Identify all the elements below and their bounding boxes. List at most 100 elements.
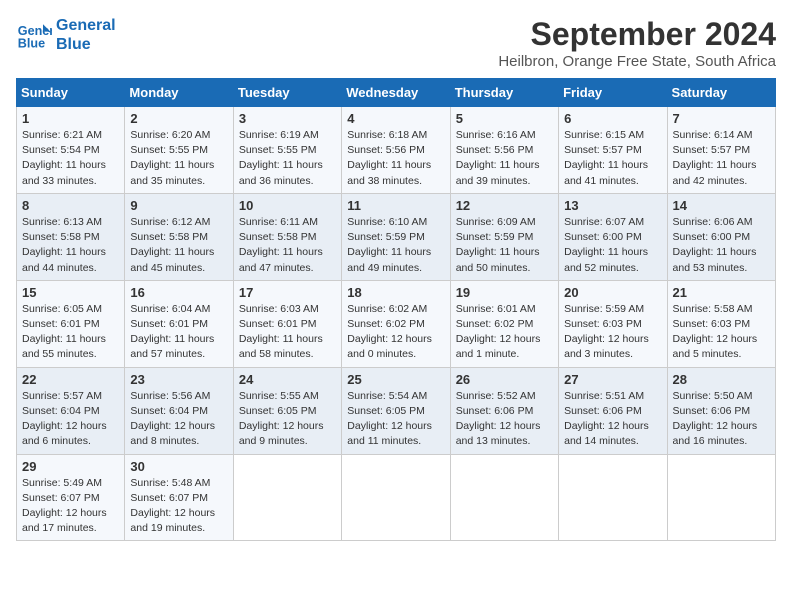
calendar-week-4: 22 Sunrise: 5:57 AM Sunset: 6:04 PM Dayli… <box>17 367 776 454</box>
day-number: 13 <box>564 198 661 213</box>
day-info: Sunrise: 6:04 AM Sunset: 6:01 PM Dayligh… <box>130 302 227 363</box>
calendar-cell: 26 Sunrise: 5:52 AM Sunset: 6:06 PM Dayli… <box>450 367 558 454</box>
day-info: Sunrise: 5:59 AM Sunset: 6:03 PM Dayligh… <box>564 302 661 363</box>
calendar-cell: 6Sunrise: 6:15 AM Sunset: 5:57 PM Daylig… <box>559 107 667 194</box>
calendar-cell: 10Sunrise: 6:11 AM Sunset: 5:58 PM Dayli… <box>233 193 341 280</box>
day-number: 6 <box>564 111 661 126</box>
day-info: Sunrise: 5:52 AM Sunset: 6:06 PM Dayligh… <box>456 389 553 450</box>
day-info: Sunrise: 6:06 AM Sunset: 6:00 PM Dayligh… <box>673 215 770 276</box>
calendar-week-3: 15 Sunrise: 6:05 AM Sunset: 6:01 PM Dayli… <box>17 280 776 367</box>
calendar-cell: 5Sunrise: 6:16 AM Sunset: 5:56 PM Daylig… <box>450 107 558 194</box>
day-number: 3 <box>239 111 336 126</box>
calendar-cell <box>342 454 450 541</box>
day-info: Sunrise: 5:57 AM Sunset: 6:04 PM Dayligh… <box>22 389 119 450</box>
svg-text:Blue: Blue <box>18 37 45 51</box>
day-number: 16 <box>130 285 227 300</box>
calendar-cell <box>450 454 558 541</box>
day-info: Sunrise: 5:54 AM Sunset: 6:05 PM Dayligh… <box>347 389 444 450</box>
calendar-cell: 22 Sunrise: 5:57 AM Sunset: 6:04 PM Dayli… <box>17 367 125 454</box>
day-number: 1 <box>22 111 119 126</box>
calendar-cell: 2 Sunrise: 6:20 AM Sunset: 5:55 PM Daylig… <box>125 107 233 194</box>
day-info: Sunrise: 6:10 AM Sunset: 5:59 PM Dayligh… <box>347 215 444 276</box>
calendar-cell: 28Sunrise: 5:50 AM Sunset: 6:06 PM Dayli… <box>667 367 775 454</box>
header-sunday: Sunday <box>17 79 125 107</box>
day-number: 2 <box>130 111 227 126</box>
day-number: 14 <box>673 198 770 213</box>
day-number: 10 <box>239 198 336 213</box>
calendar-cell: 27 Sunrise: 5:51 AM Sunset: 6:06 PM Dayli… <box>559 367 667 454</box>
day-info: Sunrise: 6:19 AM Sunset: 5:55 PM Dayligh… <box>239 128 336 189</box>
day-info: Sunrise: 6:14 AM Sunset: 5:57 PM Dayligh… <box>673 128 770 189</box>
calendar-cell: 16 Sunrise: 6:04 AM Sunset: 6:01 PM Dayli… <box>125 280 233 367</box>
logo: General Blue General Blue <box>16 16 116 54</box>
calendar-cell <box>559 454 667 541</box>
day-number: 15 <box>22 285 119 300</box>
day-number: 26 <box>456 372 553 387</box>
calendar-cell: 9Sunrise: 6:12 AM Sunset: 5:58 PM Daylig… <box>125 193 233 280</box>
day-number: 18 <box>347 285 444 300</box>
calendar-cell: 24 Sunrise: 5:55 AM Sunset: 6:05 PM Dayli… <box>233 367 341 454</box>
calendar-cell <box>233 454 341 541</box>
day-info: Sunrise: 6:07 AM Sunset: 6:00 PM Dayligh… <box>564 215 661 276</box>
day-info: Sunrise: 6:21 AM Sunset: 5:54 PM Dayligh… <box>22 128 119 189</box>
calendar-week-2: 8Sunrise: 6:13 AM Sunset: 5:58 PM Daylig… <box>17 193 776 280</box>
header-friday: Friday <box>559 79 667 107</box>
day-info: Sunrise: 6:18 AM Sunset: 5:56 PM Dayligh… <box>347 128 444 189</box>
calendar-cell: 23Sunrise: 5:56 AM Sunset: 6:04 PM Dayli… <box>125 367 233 454</box>
day-number: 28 <box>673 372 770 387</box>
day-info: Sunrise: 6:01 AM Sunset: 6:02 PM Dayligh… <box>456 302 553 363</box>
calendar-table: SundayMondayTuesdayWednesdayThursdayFrid… <box>16 78 776 541</box>
page-header: General Blue General Blue September 2024… <box>16 16 776 70</box>
calendar-cell: 8Sunrise: 6:13 AM Sunset: 5:58 PM Daylig… <box>17 193 125 280</box>
calendar-cell: 12 Sunrise: 6:09 AM Sunset: 5:59 PM Dayli… <box>450 193 558 280</box>
day-number: 11 <box>347 198 444 213</box>
calendar-cell: 21 Sunrise: 5:58 AM Sunset: 6:03 PM Dayli… <box>667 280 775 367</box>
day-info: Sunrise: 6:20 AM Sunset: 5:55 PM Dayligh… <box>130 128 227 189</box>
day-number: 29 <box>22 459 119 474</box>
day-info: Sunrise: 5:58 AM Sunset: 6:03 PM Dayligh… <box>673 302 770 363</box>
day-info: Sunrise: 5:49 AM Sunset: 6:07 PM Dayligh… <box>22 476 119 537</box>
day-number: 4 <box>347 111 444 126</box>
logo-text: General Blue <box>56 16 116 54</box>
calendar-cell: 1 Sunrise: 6:21 AM Sunset: 5:54 PM Daylig… <box>17 107 125 194</box>
day-info: Sunrise: 6:12 AM Sunset: 5:58 PM Dayligh… <box>130 215 227 276</box>
day-info: Sunrise: 5:55 AM Sunset: 6:05 PM Dayligh… <box>239 389 336 450</box>
day-number: 25 <box>347 372 444 387</box>
month-title: September 2024 <box>498 16 776 53</box>
calendar-cell: 29 Sunrise: 5:49 AM Sunset: 6:07 PM Dayli… <box>17 454 125 541</box>
calendar-week-1: 1 Sunrise: 6:21 AM Sunset: 5:54 PM Daylig… <box>17 107 776 194</box>
logo-icon: General Blue <box>16 17 52 53</box>
calendar-week-5: 29 Sunrise: 5:49 AM Sunset: 6:07 PM Dayli… <box>17 454 776 541</box>
day-number: 27 <box>564 372 661 387</box>
calendar-header-row: SundayMondayTuesdayWednesdayThursdayFrid… <box>17 79 776 107</box>
day-info: Sunrise: 5:48 AM Sunset: 6:07 PM Dayligh… <box>130 476 227 537</box>
calendar-cell <box>667 454 775 541</box>
calendar-cell: 18 Sunrise: 6:02 AM Sunset: 6:02 PM Dayli… <box>342 280 450 367</box>
day-number: 30 <box>130 459 227 474</box>
day-info: Sunrise: 6:05 AM Sunset: 6:01 PM Dayligh… <box>22 302 119 363</box>
calendar-cell: 13 Sunrise: 6:07 AM Sunset: 6:00 PM Dayli… <box>559 193 667 280</box>
day-info: Sunrise: 6:13 AM Sunset: 5:58 PM Dayligh… <box>22 215 119 276</box>
header-wednesday: Wednesday <box>342 79 450 107</box>
day-number: 5 <box>456 111 553 126</box>
day-number: 20 <box>564 285 661 300</box>
day-info: Sunrise: 6:02 AM Sunset: 6:02 PM Dayligh… <box>347 302 444 363</box>
day-info: Sunrise: 6:03 AM Sunset: 6:01 PM Dayligh… <box>239 302 336 363</box>
calendar-cell: 20 Sunrise: 5:59 AM Sunset: 6:03 PM Dayli… <box>559 280 667 367</box>
title-block: September 2024 Heilbron, Orange Free Sta… <box>498 16 776 70</box>
day-number: 12 <box>456 198 553 213</box>
location-subtitle: Heilbron, Orange Free State, South Afric… <box>498 53 776 70</box>
day-number: 22 <box>22 372 119 387</box>
day-number: 24 <box>239 372 336 387</box>
day-info: Sunrise: 5:51 AM Sunset: 6:06 PM Dayligh… <box>564 389 661 450</box>
calendar-cell: 7Sunrise: 6:14 AM Sunset: 5:57 PM Daylig… <box>667 107 775 194</box>
calendar-cell: 15 Sunrise: 6:05 AM Sunset: 6:01 PM Dayli… <box>17 280 125 367</box>
calendar-cell: 14 Sunrise: 6:06 AM Sunset: 6:00 PM Dayli… <box>667 193 775 280</box>
header-tuesday: Tuesday <box>233 79 341 107</box>
day-number: 21 <box>673 285 770 300</box>
calendar-cell: 19Sunrise: 6:01 AM Sunset: 6:02 PM Dayli… <box>450 280 558 367</box>
header-monday: Monday <box>125 79 233 107</box>
calendar-cell: 25 Sunrise: 5:54 AM Sunset: 6:05 PM Dayli… <box>342 367 450 454</box>
day-info: Sunrise: 6:09 AM Sunset: 5:59 PM Dayligh… <box>456 215 553 276</box>
calendar-cell: 11 Sunrise: 6:10 AM Sunset: 5:59 PM Dayli… <box>342 193 450 280</box>
